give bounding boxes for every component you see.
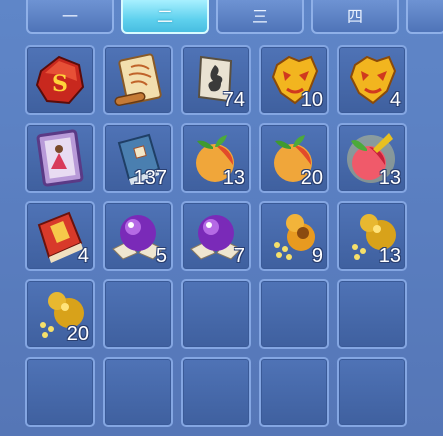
inventory-slot[interactable] <box>25 123 95 193</box>
item-quantity: 9 <box>311 245 323 267</box>
inventory-slot[interactable]: 137 <box>103 123 173 193</box>
tab-3[interactable]: 三 <box>216 0 304 34</box>
item-quantity: 13 <box>222 167 245 189</box>
svg-text:S: S <box>52 71 68 97</box>
inventory-slot[interactable]: 13 <box>337 123 407 193</box>
inventory-slot[interactable] <box>103 45 173 115</box>
tab-label: 二 <box>156 7 173 26</box>
tab-label: 四 <box>346 7 363 26</box>
inventory-slot[interactable]: S <box>25 45 95 115</box>
item-quantity: 74 <box>222 89 245 111</box>
painting-icon <box>36 129 84 187</box>
inventory-slot[interactable]: 20 <box>25 279 95 349</box>
inventory-slot-empty[interactable] <box>103 279 173 349</box>
tab-2[interactable]: 二 <box>121 0 209 34</box>
item-quantity: 137 <box>133 167 167 189</box>
inventory-slot-empty[interactable] <box>259 357 329 427</box>
inventory-slot-empty[interactable] <box>181 279 251 349</box>
inventory-slot[interactable]: 10 <box>259 45 329 115</box>
inventory-slot[interactable]: 74 <box>181 45 251 115</box>
inventory-slot-empty[interactable] <box>25 357 95 427</box>
item-quantity: 5 <box>155 245 167 267</box>
inventory-slot[interactable]: 7 <box>181 201 251 271</box>
inventory-slot-empty[interactable] <box>337 279 407 349</box>
tab-bar: 一 二 三 四 <box>0 0 443 40</box>
item-quantity: 13 <box>378 245 401 267</box>
inventory-slot-empty[interactable] <box>181 357 251 427</box>
item-quantity: 7 <box>233 245 245 267</box>
tab-1[interactable]: 一 <box>26 0 114 34</box>
inventory-slot[interactable]: 9 <box>259 201 329 271</box>
scroll-icon <box>114 53 162 107</box>
item-quantity: 4 <box>389 89 401 111</box>
item-quantity: 10 <box>300 89 323 111</box>
item-quantity: 20 <box>300 167 323 189</box>
tab-label: 三 <box>251 7 268 26</box>
item-quantity: 20 <box>66 323 89 345</box>
inventory-slot-empty[interactable] <box>103 357 173 427</box>
inventory-slot[interactable]: 5 <box>103 201 173 271</box>
inventory-slot[interactable]: 4 <box>337 45 407 115</box>
item-quantity: 4 <box>77 245 89 267</box>
inventory-grid: S 74 10 4 137 13 20 13 4 5 7 9 13 20 <box>25 45 415 435</box>
inventory-slot-empty[interactable] <box>337 357 407 427</box>
inventory-slot[interactable]: 13 <box>337 201 407 271</box>
inventory-slot[interactable]: 20 <box>259 123 329 193</box>
inventory-slot[interactable]: 13 <box>181 123 251 193</box>
tab-4[interactable]: 四 <box>311 0 399 34</box>
tab-label: 一 <box>61 7 78 26</box>
red-rune-stone-icon: S <box>35 55 85 105</box>
inventory-slot[interactable]: 4 <box>25 201 95 271</box>
inventory-slot-empty[interactable] <box>259 279 329 349</box>
tab-5-partial[interactable] <box>406 0 443 34</box>
item-quantity: 13 <box>378 167 401 189</box>
